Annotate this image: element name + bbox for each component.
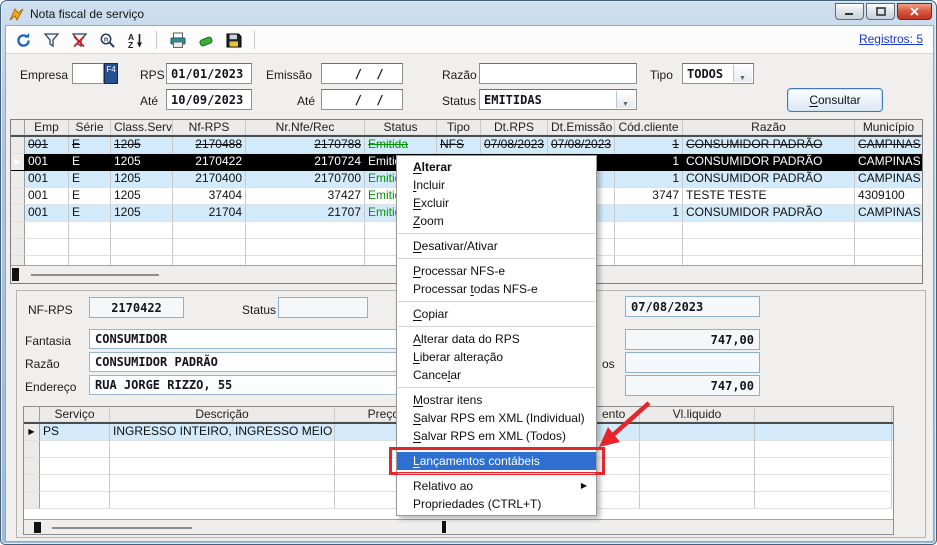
nfrps-field[interactable]: 2170422 [89,297,184,318]
close-button[interactable] [897,3,932,20]
label-fragment: os [602,357,615,371]
emissao-to-input[interactable]: / / [321,89,403,110]
menu-separator [397,445,596,452]
empresa-label: Empresa [20,68,68,82]
clear-filter-icon[interactable] [70,31,89,50]
column-header[interactable]: Série [69,120,111,135]
column-header[interactable]: Razão [683,120,855,135]
menu-item-excluir[interactable]: Excluir [397,194,596,212]
detail-status-label: Status [242,303,276,317]
search-icon[interactable]: n [98,31,117,50]
column-header[interactable]: Serviço [40,407,110,422]
toolbar-separator [254,31,255,49]
rps-from-input[interactable]: 01/01/2023 [166,63,252,84]
minimize-button[interactable] [835,3,864,20]
column-header[interactable] [755,407,892,422]
rps-to-input[interactable]: 10/09/2023 [166,89,252,110]
column-header[interactable]: Município [855,120,923,135]
nfrps-label: NF-RPS [28,303,73,317]
caret [442,521,446,533]
ate-label-1: Até [140,94,158,108]
rps-date-field[interactable]: 07/08/2023 [625,296,760,317]
save-icon[interactable] [224,31,243,50]
column-header[interactable]: Class.Serv. [111,120,173,135]
status-select[interactable]: EMITIDAS [479,89,637,110]
menu-item-propriedades-ctrl-t[interactable]: Propriedades (CTRL+T) [397,495,596,513]
menu-separator [397,323,596,330]
table-row[interactable]: 001E120521704882170788EmitidaNFS07/08/20… [11,137,922,154]
valor-servicos-field[interactable]: 747,00 [625,329,760,350]
menu-item-desativar-ativar[interactable]: Desativar/Ativar [397,237,596,255]
menu-item-liberar-altera-o[interactable]: Liberar alteração [397,348,596,366]
column-header[interactable]: Dt.RPS [481,120,548,135]
detail-razao-label: Razão [25,357,60,371]
menu-separator [397,230,596,237]
column-header[interactable]: Tipo [437,120,481,135]
emissao-label: Emissão [266,68,312,82]
chevron-down-icon[interactable] [616,91,635,108]
title-bar[interactable]: Nota fiscal de serviço [5,3,932,25]
menu-item-copiar[interactable]: Copiar [397,305,596,323]
menu-item-alterar[interactable]: Alterar [397,158,596,176]
menu-separator [397,384,596,391]
razao-filter-input[interactable] [479,63,637,84]
svg-text:n: n [104,36,108,43]
detail-status-field[interactable] [278,297,368,318]
erase-icon[interactable] [196,31,215,50]
context-menu: AlterarIncluirExcluirZoom Desativar/Ativa… [396,155,597,516]
tipo-select[interactable]: TODOS [682,63,754,84]
toolbar-separator [156,31,157,49]
menu-item-mostrar-itens[interactable]: Mostrar itens [397,391,596,409]
column-header[interactable]: Status [365,120,437,135]
valor-liquido-field[interactable]: 747,00 [625,375,760,396]
menu-item-zoom[interactable]: Zoom [397,212,596,230]
menu-separator [397,255,596,262]
column-header[interactable]: Nf-RPS [173,120,246,135]
column-header[interactable]: Cód.cliente [615,120,683,135]
maximize-button[interactable] [866,3,895,20]
filter-panel: Empresa F4 RPS 01/01/2023 Até 10/09/2023… [6,54,933,119]
menu-item-incluir[interactable]: Incluir [397,176,596,194]
menu-item-salvar-rps-em-xml-todos[interactable]: Salvar RPS em XML (Todos) [397,427,596,445]
menu-item-cancelar[interactable]: Cancelar [397,366,596,384]
grid-header-row: EmpSérieClass.Serv.Nf-RPSNr.Nfe/RecStatu… [11,120,922,137]
emissao-from-input[interactable]: / / [321,63,403,84]
column-header[interactable]: Nr.Nfe/Rec [246,120,365,135]
menu-item-salvar-rps-em-xml-individual[interactable]: Salvar RPS em XML (Individual) [397,409,596,427]
valor-meio-field[interactable] [625,352,760,373]
column-header[interactable]: Vl.liquido [640,407,755,422]
submenu-arrow-icon: ▶ [581,477,587,495]
sort-icon[interactable]: AZ [126,31,145,50]
razao-filter-label: Razão [442,68,477,82]
menu-item-alterar-data-do-rps[interactable]: Alterar data do RPS [397,330,596,348]
empresa-lookup-button[interactable]: F4 [104,63,118,84]
filter-icon[interactable] [42,31,61,50]
ate-label-2: Até [297,94,315,108]
chevron-down-icon[interactable] [733,65,752,82]
column-header[interactable]: Descrição [110,407,335,422]
print-icon[interactable] [168,31,187,50]
items-horizontal-scrollbar[interactable] [24,519,893,534]
menu-separator [397,298,596,305]
window-title: Nota fiscal de serviço [30,7,144,21]
fantasia-label: Fantasia [25,334,71,348]
refresh-icon[interactable] [14,31,33,50]
consultar-button[interactable]: Consultar [787,88,883,112]
app-icon [9,7,25,22]
empresa-input[interactable] [72,63,104,84]
registros-link[interactable]: Registros: 5 [859,32,923,46]
rps-label: RPS [140,68,165,82]
toolbar: n AZ Registros: 5 [6,26,933,54]
menu-item-lan-amentos-cont-beis[interactable]: Lançamentos contábeis [397,452,596,470]
menu-item-processar-todas-nfs-e[interactable]: Processar todas NFS-e [397,280,596,298]
status-filter-label: Status [442,94,476,108]
endereco-label: Endereço [25,380,76,394]
menu-item-relativo-ao[interactable]: Relativo ao▶ [397,477,596,495]
column-header[interactable]: Dt.Emissão [548,120,615,135]
column-header[interactable]: Emp [25,120,69,135]
tipo-label: Tipo [650,68,673,82]
menu-separator [397,470,596,477]
menu-item-processar-nfs-e[interactable]: Processar NFS-e [397,262,596,280]
svg-text:Z: Z [128,40,133,49]
